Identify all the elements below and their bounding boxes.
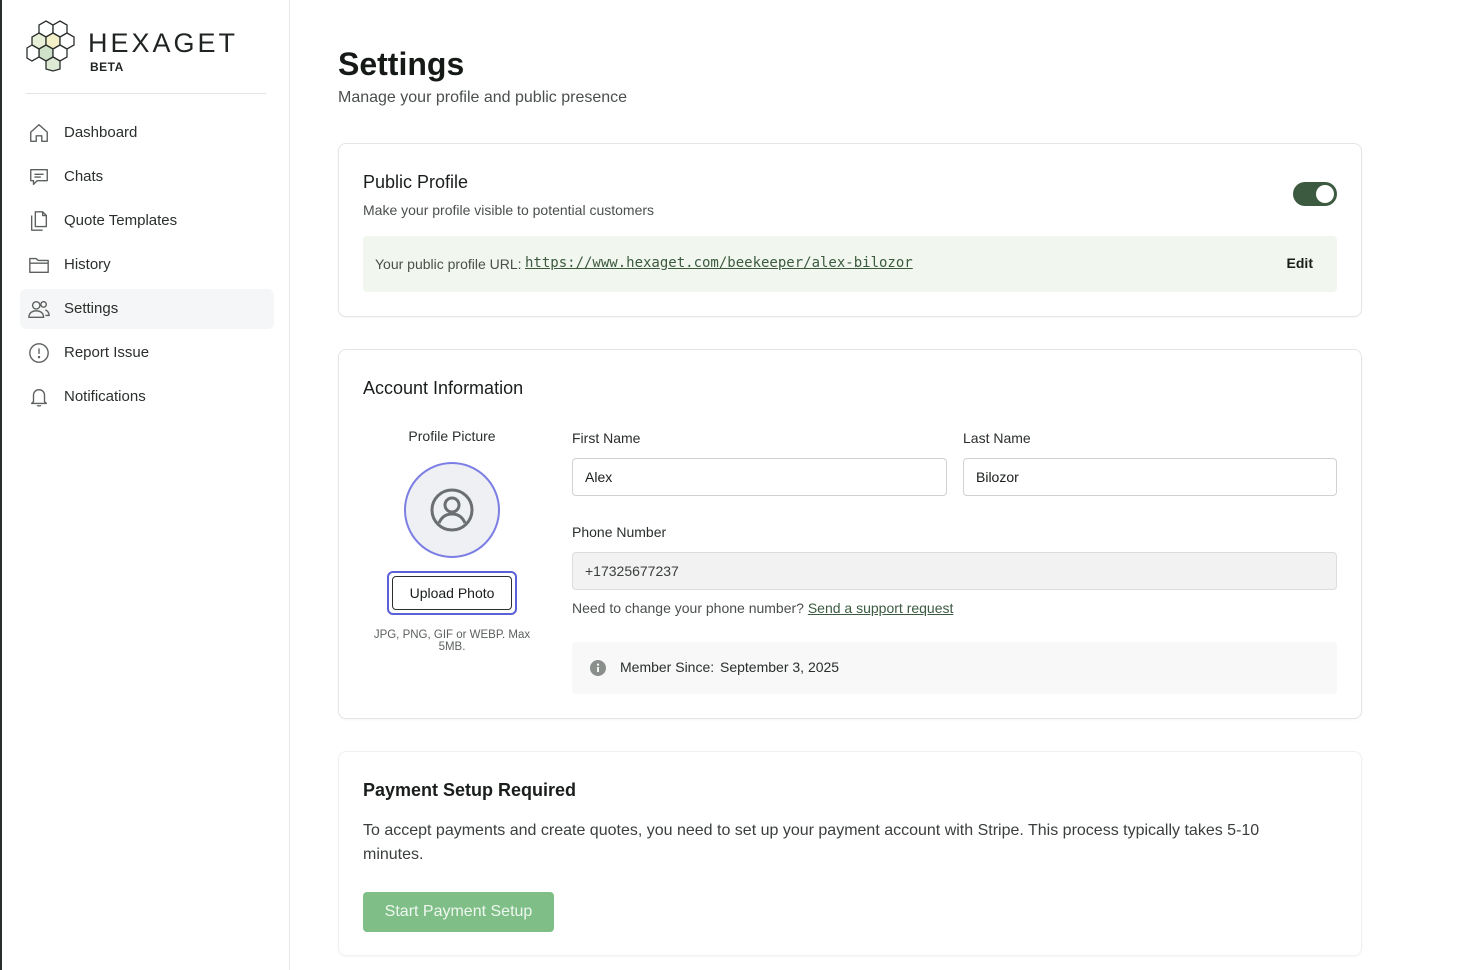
page-subtitle: Manage your profile and public presence	[338, 89, 628, 106]
member-since-box: Member Since: September 3, 2025	[572, 642, 1337, 694]
first-name-label: First Name	[572, 430, 641, 446]
sidebar-item-label: Dashboard	[64, 124, 138, 141]
brand[interactable]: HEXAGET BETA	[26, 16, 266, 94]
sidebar-item-settings[interactable]: Settings	[20, 289, 274, 329]
folder-icon	[29, 257, 49, 274]
public-profile-url-link[interactable]: https://www.hexaget.com/beekeeper/alex-b…	[525, 255, 913, 271]
support-request-link[interactable]: Send a support request	[808, 600, 954, 616]
honeycomb-logo	[26, 20, 75, 72]
sidebar-item-label: Report Issue	[64, 344, 150, 361]
sidebar-item-label: Chats	[64, 168, 104, 185]
account-information-title: Account Information	[363, 378, 524, 398]
info-icon	[590, 660, 606, 676]
public-profile-card: Public Profile Make your profile visible…	[338, 143, 1362, 317]
upload-photo-button[interactable]: Upload Photo	[387, 571, 517, 615]
sidebar-nav: Dashboard Chats Quote Templates History …	[20, 113, 274, 421]
sidebar-item-dashboard[interactable]: Dashboard	[20, 113, 274, 153]
beta-badge: BETA	[90, 60, 124, 74]
sidebar-item-label: Quote Templates	[64, 212, 178, 229]
profile-picture-label: Profile Picture	[408, 428, 496, 444]
payment-setup-text: To accept payments and create quotes, yo…	[363, 822, 1260, 863]
sidebar-item-label: Settings	[64, 300, 119, 317]
first-name-field[interactable]	[572, 458, 947, 496]
last-name-label: Last Name	[963, 430, 1031, 446]
sidebar: HEXAGET BETA Dashboard Chats Quote Templ…	[0, 0, 290, 970]
bell-icon	[30, 388, 48, 407]
start-payment-setup-button[interactable]: Start Payment Setup	[363, 892, 554, 932]
phone-note-text: Need to change your phone number?	[572, 600, 804, 616]
upload-hint: JPG, PNG, GIF or WEBP. Max 5MB.	[373, 629, 531, 653]
public-profile-toggle[interactable]	[1293, 182, 1337, 206]
phone-number-field	[572, 552, 1337, 590]
edit-url-button[interactable]: Edit	[1287, 255, 1313, 271]
home-icon	[30, 124, 48, 142]
last-name-field[interactable]	[963, 458, 1337, 496]
page-title: Settings	[338, 46, 465, 82]
public-profile-title: Public Profile	[363, 172, 469, 192]
sidebar-item-quote-templates[interactable]: Quote Templates	[20, 201, 274, 241]
sidebar-item-label: History	[64, 256, 111, 273]
public-url-box: Your public profile URL: https://www.hex…	[363, 236, 1337, 292]
users-icon	[28, 300, 50, 318]
sidebar-item-chats[interactable]: Chats	[20, 157, 274, 197]
chat-bubble-icon	[30, 168, 48, 186]
sidebar-item-report-issue[interactable]: Report Issue	[20, 333, 274, 373]
public-url-prefix: Your public profile URL:	[375, 256, 522, 272]
sidebar-item-notifications[interactable]: Notifications	[20, 377, 274, 417]
member-since-date: September 3, 2025	[720, 659, 840, 675]
account-information-card: Account Information Profile Picture Uplo…	[338, 349, 1362, 719]
app-root: HEXAGET BETA Dashboard Chats Quote Templ…	[0, 0, 1476, 970]
avatar[interactable]	[404, 462, 500, 558]
phone-note: Need to change your phone number? Send a…	[572, 600, 953, 616]
payment-setup-card: Payment Setup Required To accept payment…	[338, 751, 1362, 956]
brand-name: HEXAGET	[88, 28, 239, 58]
sidebar-item-history[interactable]: History	[20, 245, 274, 285]
public-profile-description: Make your profile visible to potential c…	[363, 202, 655, 218]
phone-number-label: Phone Number	[572, 524, 667, 540]
documents-icon	[30, 211, 48, 231]
main-content: Settings Manage your profile and public …	[290, 0, 1476, 970]
toggle-knob	[1316, 185, 1334, 203]
alert-circle-icon	[29, 343, 49, 363]
member-since-label: Member Since:	[620, 659, 715, 675]
sidebar-item-label: Notifications	[64, 388, 146, 405]
user-circle-icon	[430, 488, 474, 532]
payment-setup-title: Payment Setup Required	[363, 780, 577, 800]
upload-photo-label: Upload Photo	[392, 576, 512, 610]
